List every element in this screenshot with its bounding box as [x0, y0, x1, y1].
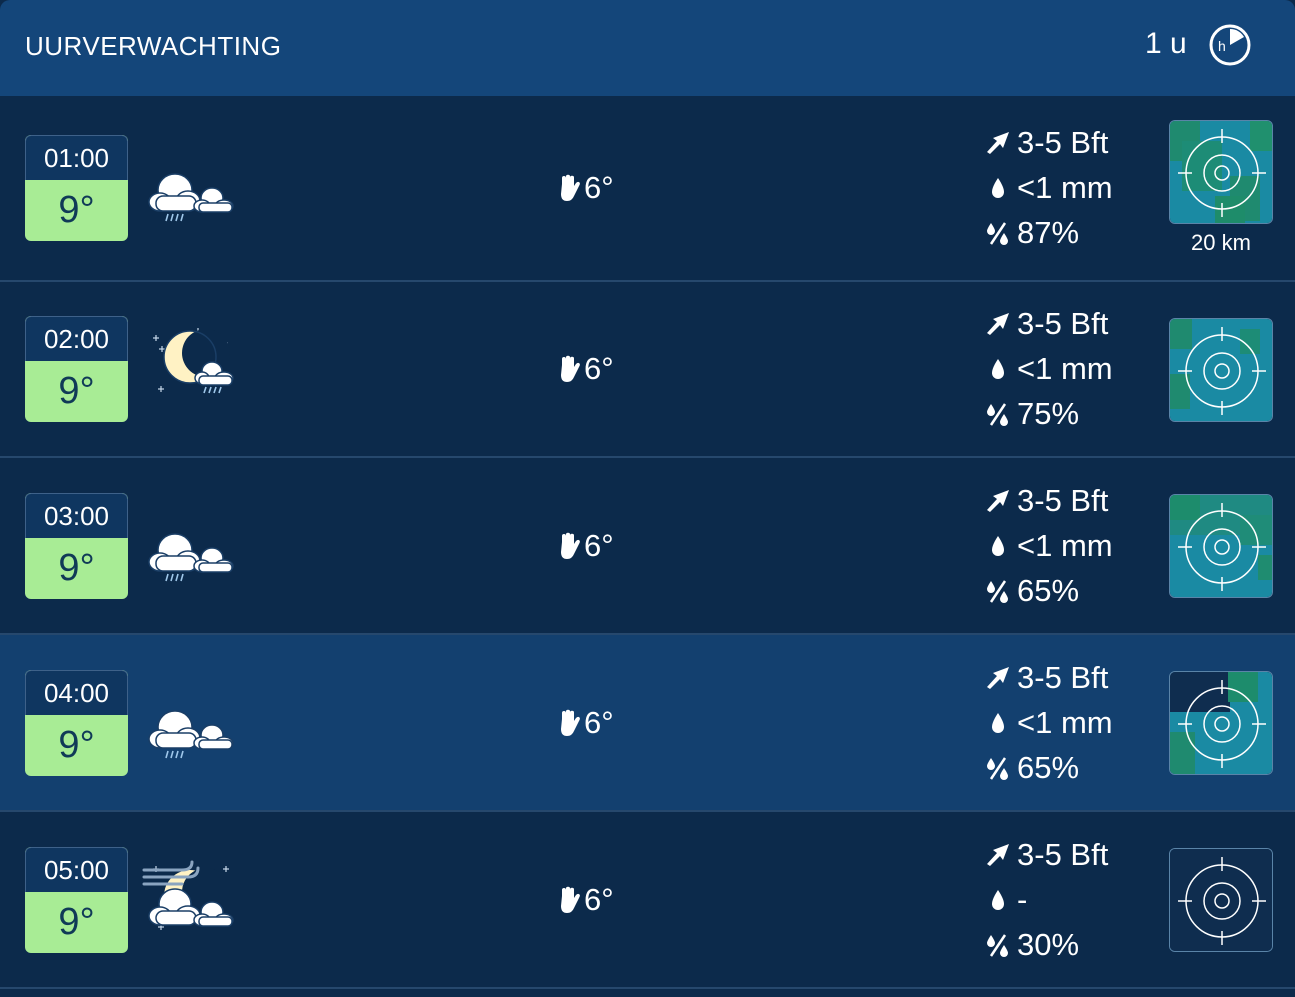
precip-value: <1 mm [1017, 528, 1113, 563]
row-time: 04:00 [25, 670, 128, 715]
time-temp-box: 03:00 9° [25, 493, 128, 599]
wind-detail: 3-5 Bft [985, 835, 1108, 875]
row-temperature: 9° [58, 189, 95, 231]
row-time: 01:00 [25, 135, 128, 180]
precip-chance-value: 87% [1017, 215, 1080, 250]
raindrop-icon [992, 713, 1004, 733]
radar-thumbnail[interactable] [1169, 848, 1273, 952]
precip-chance-detail: 65% [985, 748, 1079, 788]
precip-chance-icon [987, 757, 1008, 780]
radar-distance: 20 km [1191, 230, 1251, 255]
raindrop-icon [992, 359, 1004, 379]
precip-value: <1 mm [1017, 705, 1113, 740]
cloud-rain-icon [142, 506, 238, 592]
wind-detail: 3-5 Bft [985, 123, 1108, 163]
radar-thumbnail[interactable] [1169, 120, 1273, 224]
forecast-row-0400[interactable]: 04:00 9° 6° 3-5 Bft <1 mm 65% [0, 635, 1295, 812]
wind-direction-icon [987, 844, 1009, 866]
forecast-row-0300[interactable]: 03:00 9° 6° 3-5 Bft <1 mm 65% [0, 458, 1295, 635]
precip-detail: - [985, 880, 1027, 920]
precip-value: <1 mm [1017, 170, 1113, 205]
precip-chance-icon [987, 222, 1008, 245]
row-temperature: 9° [58, 901, 95, 943]
precip-detail: <1 mm [985, 703, 1113, 743]
moon-cloud-wind-icon [142, 856, 238, 942]
row-time: 02:00 [25, 316, 128, 361]
time-temp-box: 02:00 9° [25, 316, 128, 422]
precip-chance-value: 30% [1017, 927, 1080, 962]
precip-detail: <1 mm [985, 526, 1113, 566]
precip-chance-detail: 30% [985, 925, 1079, 965]
wind-detail: 3-5 Bft [985, 658, 1108, 698]
forecast-row-0100[interactable]: 01:00 9° 6° 3-5 Bft <1 mm 87% 20 km [0, 96, 1295, 282]
time-temp-box: 04:00 9° [25, 670, 128, 776]
hand-icon [561, 886, 580, 913]
moon-cloud-rain-icon [142, 326, 238, 412]
raindrop-icon [992, 178, 1004, 198]
feels-like: 6° [557, 170, 614, 206]
raindrop-icon [992, 890, 1004, 910]
precip-value: - [1017, 882, 1028, 917]
forecast-row-0200[interactable]: 02:00 9° 6° 3-5 Bft <1 mm 75% [0, 282, 1295, 458]
row-time: 03:00 [25, 493, 128, 538]
row-temperature: 9° [58, 547, 95, 589]
precip-chance-detail: 65% [985, 571, 1079, 611]
hourly-clock-icon[interactable]: h [1208, 23, 1252, 67]
header-title: UURVERWACHTING [25, 31, 282, 61]
precip-chance-value: 65% [1017, 750, 1080, 785]
forecast-header: UURVERWACHTING 1 u h [0, 0, 1295, 96]
feels-like-value: 6° [584, 882, 614, 917]
feels-like: 6° [557, 528, 614, 564]
precip-value: <1 mm [1017, 351, 1113, 386]
hand-icon [561, 355, 580, 382]
wind-value: 3-5 Bft [1017, 306, 1109, 341]
cloud-rain-icon [142, 683, 238, 769]
wind-direction-icon [987, 490, 1009, 512]
raindrop-icon [992, 536, 1004, 556]
radar-thumbnail[interactable] [1169, 671, 1273, 775]
feels-like-value: 6° [584, 528, 614, 563]
precip-chance-icon [987, 580, 1008, 603]
interval-label[interactable]: 1 u [1145, 27, 1187, 61]
wind-value: 3-5 Bft [1017, 483, 1109, 518]
precip-detail: <1 mm [985, 349, 1113, 389]
forecast-row-0500[interactable]: 05:00 9° 6° 3-5 Bft - 30% [0, 812, 1295, 989]
wind-detail: 3-5 Bft [985, 304, 1108, 344]
precip-detail: <1 mm [985, 168, 1113, 208]
wind-detail: 3-5 Bft [985, 481, 1108, 521]
wind-direction-icon [987, 313, 1009, 335]
feels-like: 6° [557, 882, 614, 918]
precip-chance-icon [987, 934, 1008, 957]
feels-like-value: 6° [584, 705, 614, 740]
row-time: 05:00 [25, 847, 128, 892]
hand-icon [561, 532, 580, 559]
radar-thumbnail[interactable] [1169, 318, 1273, 422]
hourly-forecast-panel: UURVERWACHTING 1 u h 01:00 9° 6° 3-5 Bft… [0, 0, 1295, 997]
precip-chance-icon [987, 403, 1008, 426]
precip-chance-value: 65% [1017, 573, 1080, 608]
precip-chance-detail: 75% [985, 394, 1079, 434]
feels-like-value: 6° [584, 170, 614, 205]
hand-icon [561, 709, 580, 736]
wind-value: 3-5 Bft [1017, 125, 1109, 160]
time-temp-box: 01:00 9° [25, 135, 128, 241]
row-temperature: 9° [58, 370, 95, 412]
precip-chance-detail: 87% [985, 213, 1079, 253]
wind-direction-icon [987, 667, 1009, 689]
hand-icon [561, 174, 580, 201]
wind-value: 3-5 Bft [1017, 837, 1109, 872]
wind-direction-icon [987, 132, 1009, 154]
feels-like: 6° [557, 705, 614, 741]
time-temp-box: 05:00 9° [25, 847, 128, 953]
feels-like: 6° [557, 351, 614, 387]
cloud-rain-icon [142, 146, 238, 232]
radar-thumbnail[interactable] [1169, 494, 1273, 598]
svg-text:h: h [1218, 38, 1226, 54]
precip-chance-value: 75% [1017, 396, 1080, 431]
row-temperature: 9° [58, 724, 95, 766]
feels-like-value: 6° [584, 351, 614, 386]
wind-value: 3-5 Bft [1017, 660, 1109, 695]
